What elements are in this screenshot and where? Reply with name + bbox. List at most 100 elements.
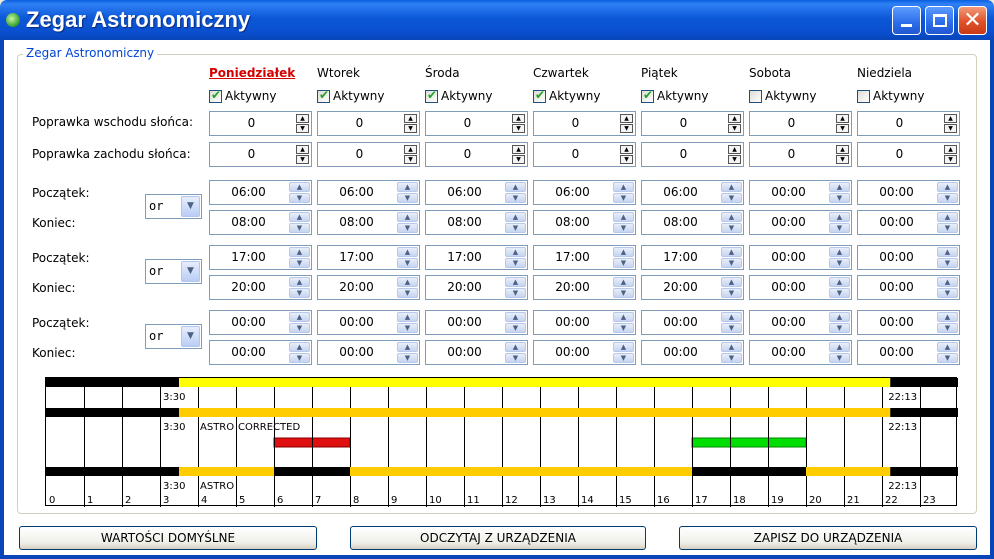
spinner-arrows[interactable]: ▲ ▼: [829, 312, 850, 333]
spinner-arrows[interactable]: ▲ ▼: [289, 247, 310, 268]
chevron-up-icon[interactable]: ▲: [829, 277, 850, 287]
chevron-up-icon[interactable]: ▲: [613, 342, 634, 352]
spinner-value[interactable]: 0: [750, 143, 833, 166]
time-spinner-p2s-1[interactable]: 17:00 ▲ ▼: [317, 245, 420, 270]
spinner-arrows[interactable]: ▲ ▼: [944, 145, 957, 164]
chevron-down-icon[interactable]: ▼: [937, 193, 958, 203]
spinner-arrows[interactable]: ▲ ▼: [296, 114, 309, 133]
chevron-up-icon[interactable]: ▲: [505, 212, 526, 222]
sunset-correction-spinner-6[interactable]: 0 ▲ ▼: [857, 142, 960, 167]
time-value[interactable]: 00:00: [426, 311, 503, 334]
spinner-value[interactable]: 0: [534, 112, 617, 135]
time-value[interactable]: 20:00: [426, 276, 503, 299]
chevron-down-icon[interactable]: ▼: [937, 323, 958, 333]
spinner-arrows[interactable]: ▲ ▼: [728, 114, 741, 133]
arrow-down-icon[interactable]: ▼: [944, 124, 957, 133]
arrow-down-icon[interactable]: ▼: [512, 155, 525, 164]
spinner-arrows[interactable]: ▲ ▼: [721, 247, 742, 268]
time-spinner-p2s-6[interactable]: 00:00 ▲ ▼: [857, 245, 960, 270]
spinner-arrows[interactable]: ▲ ▼: [404, 145, 417, 164]
time-value[interactable]: 08:00: [318, 211, 395, 234]
spinner-arrows[interactable]: ▲ ▼: [613, 277, 634, 298]
time-value[interactable]: 00:00: [750, 311, 827, 334]
time-value[interactable]: 00:00: [858, 246, 935, 269]
time-value[interactable]: 00:00: [858, 341, 935, 364]
spinner-arrows[interactable]: ▲ ▼: [937, 277, 958, 298]
time-spinner-p1s-0[interactable]: 06:00 ▲ ▼: [209, 180, 312, 205]
time-spinner-p3e-2[interactable]: 00:00 ▲ ▼: [425, 340, 528, 365]
time-value[interactable]: 00:00: [750, 341, 827, 364]
arrow-down-icon[interactable]: ▼: [944, 155, 957, 164]
time-spinner-p1s-6[interactable]: 00:00 ▲ ▼: [857, 180, 960, 205]
checkbox-box[interactable]: ✔: [425, 88, 438, 103]
spinner-arrows[interactable]: ▲ ▼: [937, 312, 958, 333]
time-value[interactable]: 00:00: [750, 181, 827, 204]
time-value[interactable]: 06:00: [642, 181, 719, 204]
spinner-arrows[interactable]: ▲ ▼: [505, 212, 526, 233]
period1-operator-combo[interactable]: or ▼: [145, 194, 202, 219]
time-spinner-p1s-3[interactable]: 06:00 ▲ ▼: [533, 180, 636, 205]
time-value[interactable]: 00:00: [642, 311, 719, 334]
time-spinner-p2e-5[interactable]: 00:00 ▲ ▼: [749, 275, 852, 300]
chevron-up-icon[interactable]: ▲: [289, 277, 310, 287]
spinner-arrows[interactable]: ▲ ▼: [613, 247, 634, 268]
arrow-up-icon[interactable]: ▲: [944, 114, 957, 123]
arrow-up-icon[interactable]: ▲: [296, 145, 309, 154]
chevron-down-icon[interactable]: ▼: [829, 353, 850, 363]
time-spinner-p3s-5[interactable]: 00:00 ▲ ▼: [749, 310, 852, 335]
arrow-down-icon[interactable]: ▼: [296, 124, 309, 133]
minimize-button[interactable]: [892, 6, 921, 35]
chevron-down-icon[interactable]: ▼: [721, 258, 742, 268]
arrow-up-icon[interactable]: ▲: [836, 114, 849, 123]
period2-operator-combo[interactable]: or ▼: [145, 259, 202, 284]
chevron-up-icon[interactable]: ▲: [613, 277, 634, 287]
chevron-up-icon[interactable]: ▲: [613, 247, 634, 257]
time-spinner-p3e-0[interactable]: 00:00 ▲ ▼: [209, 340, 312, 365]
chevron-down-icon[interactable]: ▼: [397, 323, 418, 333]
time-value[interactable]: 00:00: [858, 211, 935, 234]
chevron-up-icon[interactable]: ▲: [829, 182, 850, 192]
time-spinner-p3s-6[interactable]: 00:00 ▲ ▼: [857, 310, 960, 335]
chevron-down-icon[interactable]: ▼: [937, 223, 958, 233]
maximize-button[interactable]: [925, 6, 954, 35]
arrow-down-icon[interactable]: ▼: [404, 155, 417, 164]
chevron-up-icon[interactable]: ▲: [613, 312, 634, 322]
time-value[interactable]: 00:00: [750, 211, 827, 234]
chevron-down-icon[interactable]: ▼: [181, 326, 200, 347]
spinner-arrows[interactable]: ▲ ▼: [613, 342, 634, 363]
spinner-arrows[interactable]: ▲ ▼: [937, 182, 958, 203]
time-spinner-p2e-0[interactable]: 20:00 ▲ ▼: [209, 275, 312, 300]
time-spinner-p2s-3[interactable]: 17:00 ▲ ▼: [533, 245, 636, 270]
title-bar[interactable]: Zegar Astronomiczny ✕: [0, 0, 994, 40]
time-value[interactable]: 17:00: [642, 246, 719, 269]
spinner-arrows[interactable]: ▲ ▼: [620, 114, 633, 133]
spinner-arrows[interactable]: ▲ ▼: [829, 247, 850, 268]
sunset-correction-spinner-3[interactable]: 0 ▲ ▼: [533, 142, 636, 167]
spinner-arrows[interactable]: ▲ ▼: [937, 212, 958, 233]
spinner-value[interactable]: 0: [750, 112, 833, 135]
sunrise-correction-spinner-0[interactable]: 0 ▲ ▼: [209, 111, 312, 136]
checkbox-box[interactable]: [857, 90, 870, 103]
arrow-down-icon[interactable]: ▼: [620, 124, 633, 133]
chevron-down-icon[interactable]: ▼: [613, 323, 634, 333]
time-spinner-p1s-5[interactable]: 00:00 ▲ ▼: [749, 180, 852, 205]
arrow-up-icon[interactable]: ▲: [944, 145, 957, 154]
time-spinner-p3e-6[interactable]: 00:00 ▲ ▼: [857, 340, 960, 365]
chevron-up-icon[interactable]: ▲: [937, 212, 958, 222]
time-spinner-p3s-0[interactable]: 00:00 ▲ ▼: [209, 310, 312, 335]
sunrise-correction-spinner-4[interactable]: 0 ▲ ▼: [641, 111, 744, 136]
spinner-arrows[interactable]: ▲ ▼: [296, 145, 309, 164]
chevron-up-icon[interactable]: ▲: [829, 212, 850, 222]
chevron-up-icon[interactable]: ▲: [397, 312, 418, 322]
chevron-down-icon[interactable]: ▼: [505, 223, 526, 233]
spinner-arrows[interactable]: ▲ ▼: [836, 145, 849, 164]
time-value[interactable]: 00:00: [858, 276, 935, 299]
time-value[interactable]: 06:00: [534, 181, 611, 204]
spinner-arrows[interactable]: ▲ ▼: [721, 277, 742, 298]
time-value[interactable]: 00:00: [534, 341, 611, 364]
time-spinner-p1e-6[interactable]: 00:00 ▲ ▼: [857, 210, 960, 235]
spinner-arrows[interactable]: ▲ ▼: [505, 342, 526, 363]
time-spinner-p3s-2[interactable]: 00:00 ▲ ▼: [425, 310, 528, 335]
spinner-arrows[interactable]: ▲ ▼: [829, 277, 850, 298]
chevron-up-icon[interactable]: ▲: [721, 247, 742, 257]
